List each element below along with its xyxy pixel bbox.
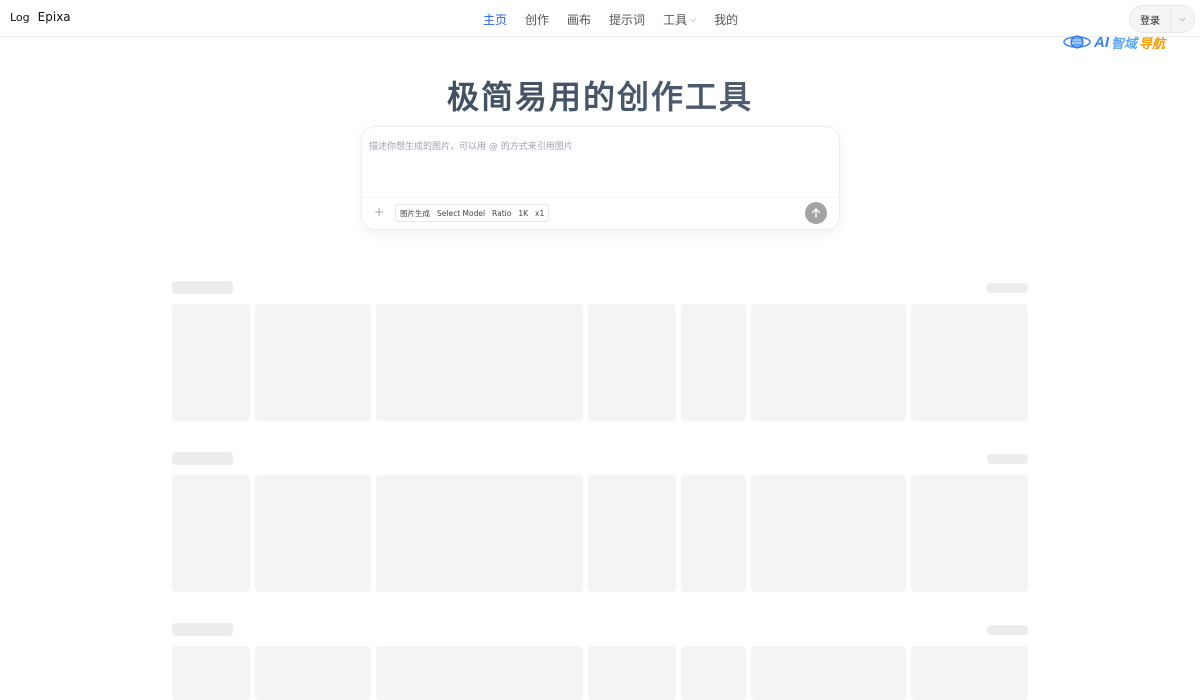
mode-select[interactable]: 图片生成 (400, 208, 430, 219)
image-card-skeleton (376, 646, 583, 700)
top-navigation-bar: Log Epixa 主页 创作 画布 提示词 工具 ⌵ 我的 登录 ⌵ (0, 0, 1200, 37)
watermark-text-zhiyu: 智域 (1111, 36, 1138, 52)
nav-label: 提示词 (609, 13, 646, 27)
image-card-skeleton (681, 304, 746, 421)
nav-label: 创作 (525, 13, 550, 27)
image-card-skeleton (751, 475, 906, 592)
nav-label: 工具 (663, 13, 688, 27)
image-card-skeleton (376, 475, 583, 592)
image-card-skeleton (172, 475, 250, 592)
watermark-logo: AI 智域 导航 (1062, 32, 1165, 52)
nav-item-tools[interactable]: 工具 ⌵ (663, 11, 696, 28)
image-card-skeleton (681, 646, 746, 700)
image-card-skeleton (255, 304, 371, 421)
nav-item-mine[interactable]: 我的 (714, 11, 738, 28)
nav-label: 主页 (483, 13, 508, 27)
globe-icon (1063, 35, 1091, 49)
section-title-skeleton (172, 281, 233, 294)
send-button[interactable] (805, 202, 827, 224)
nav-item-home[interactable]: 主页 (483, 11, 507, 28)
image-card-skeleton (376, 304, 583, 421)
view-more-skeleton (987, 454, 1028, 464)
login-menu-button[interactable]: ⌵ (1171, 14, 1194, 24)
model-select[interactable]: Select Model (437, 209, 485, 218)
section-title-skeleton (172, 452, 233, 465)
resolution-select[interactable]: 1K (518, 209, 528, 218)
chevron-down-icon: ⌵ (1179, 14, 1186, 23)
main-nav: 主页 创作 画布 提示词 工具 ⌵ 我的 (483, 11, 756, 28)
image-card-skeleton (588, 646, 676, 700)
view-more-skeleton (987, 625, 1028, 635)
plus-icon: + (373, 205, 385, 219)
image-card-skeleton (911, 646, 1028, 700)
image-card-skeleton (751, 304, 906, 421)
watermark-text-ai: AI (1094, 33, 1109, 51)
nav-item-canvas[interactable]: 画布 (567, 11, 591, 28)
nav-item-create[interactable]: 创作 (525, 11, 549, 28)
watermark-text-daohang: 导航 (1139, 36, 1166, 52)
image-card-skeleton (911, 475, 1028, 592)
ratio-select[interactable]: Ratio (492, 209, 511, 218)
prompt-card: + 图片生成 Select Model Ratio 1K x1 (361, 126, 840, 230)
image-card-skeleton (255, 475, 371, 592)
image-card-skeleton (588, 475, 676, 592)
brand-name: Epixa (37, 10, 71, 24)
nav-label: 我的 (714, 13, 739, 27)
login-button-group: 登录 ⌵ (1129, 5, 1195, 33)
image-card-skeleton (255, 646, 371, 700)
generation-options: 图片生成 Select Model Ratio 1K x1 (395, 204, 550, 222)
image-card-skeleton (911, 304, 1028, 421)
prompt-input[interactable] (367, 137, 831, 191)
brand[interactable]: Log Epixa (10, 10, 71, 24)
add-image-button[interactable]: + (372, 205, 386, 219)
count-select[interactable]: x1 (535, 209, 544, 218)
logo-image: Log (10, 10, 30, 24)
arrow-up-icon (811, 208, 821, 218)
image-card-skeleton (172, 304, 250, 421)
nav-item-prompts[interactable]: 提示词 (609, 11, 645, 28)
nav-label: 画布 (567, 13, 592, 27)
image-card-skeleton (172, 646, 250, 700)
image-card-skeleton (681, 475, 746, 592)
chevron-down-icon: ⌵ (690, 14, 697, 24)
login-button[interactable]: 登录 (1130, 12, 1170, 27)
image-card-skeleton (588, 304, 676, 421)
divider (362, 197, 839, 198)
page-title: 极简易用的创作工具 (0, 72, 1200, 118)
section-title-skeleton (172, 623, 233, 636)
view-more-skeleton (987, 283, 1028, 293)
image-card-skeleton (751, 646, 906, 700)
